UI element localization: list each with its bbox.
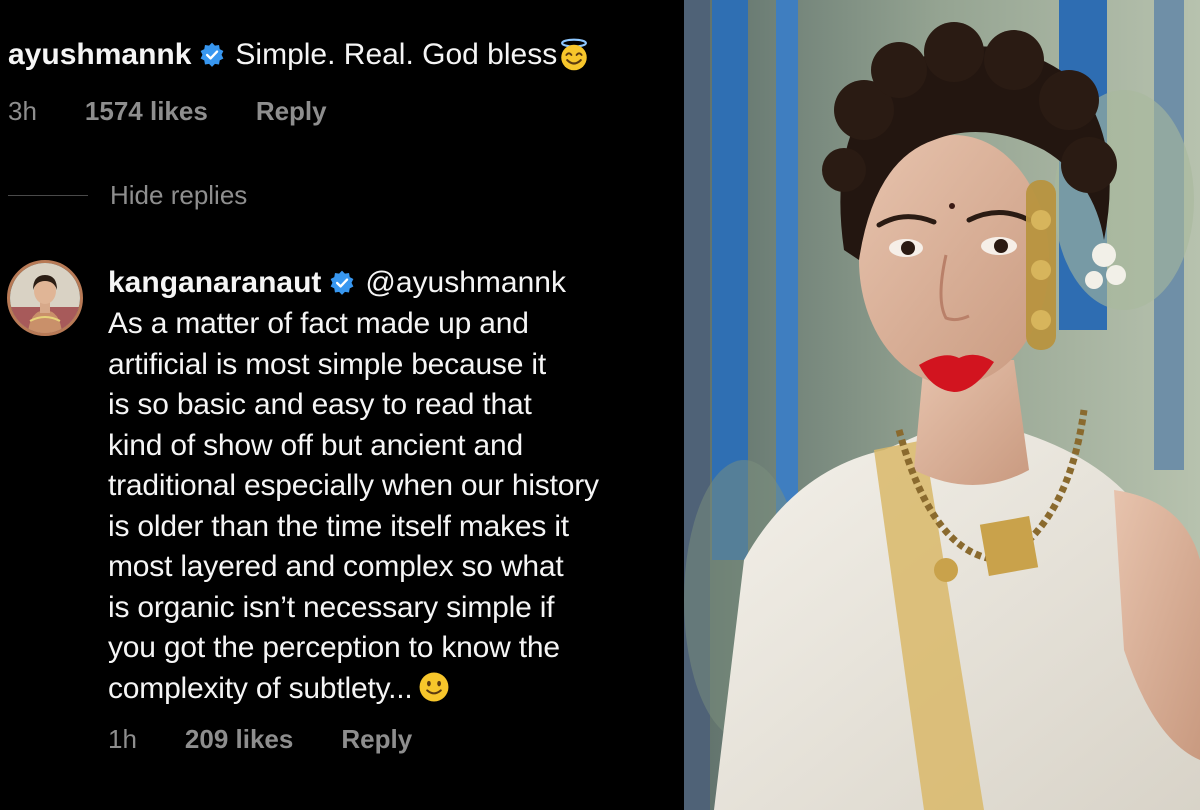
top-comment: ayushmannk Simple. Real. God bless (8, 38, 591, 72)
portrait-illustration (684, 0, 1200, 810)
mention-link[interactable]: @ayushmannk (365, 266, 566, 300)
verified-badge-icon (199, 42, 225, 68)
reply-button[interactable]: Reply (256, 96, 327, 127)
reply-text-end: complexity of subtlety... (108, 671, 413, 705)
slightly-smiling-face-icon (417, 670, 451, 704)
comment-text: Simple. Real. God bless (235, 38, 558, 71)
verified-badge-icon (329, 270, 355, 296)
commenter-username[interactable]: ayushmannk (8, 38, 191, 72)
reply-meta: 1h 209 likes Reply (108, 724, 412, 755)
comment-likes-count[interactable]: 1574 likes (85, 96, 208, 127)
reply-username[interactable]: kanganaranaut (108, 266, 321, 300)
reply-header: kanganaranaut @ayushmannk (108, 262, 684, 304)
reply-button[interactable]: Reply (341, 724, 412, 755)
reply-text-line: most layered and complex so what (108, 550, 564, 583)
reply-comment: kanganaranaut @ayushmannk As a matter of… (108, 262, 684, 709)
reply-text-line: is organic isn’t necessary simple if (108, 590, 555, 624)
portrait-photo (684, 0, 1200, 810)
reply-text-line: kind of show off but ancient and (108, 428, 524, 462)
collage: ayushmannk Simple. Real. God bless 3h 15… (0, 0, 1200, 810)
smiling-face-with-halo-icon (557, 38, 591, 72)
comment-timestamp: 3h (8, 96, 37, 126)
reply-text-line: you got the perception to know the (108, 631, 560, 664)
reply-text-line: traditional especially when our history (108, 469, 599, 502)
reply-timestamp: 1h (108, 724, 137, 754)
reply-text-line: artificial is most simple because it (108, 347, 546, 381)
top-comment-meta: 3h 1574 likes Reply (8, 96, 327, 127)
replies-divider (8, 195, 88, 196)
reply-text-line: is older than the time itself makes it (108, 509, 569, 543)
reply-text-line: As a matter of fact made up and (108, 307, 529, 340)
reply-text-line: is so basic and easy to read that (108, 388, 532, 421)
reply-text-line-last: complexity of subtlety... (108, 669, 684, 710)
avatar[interactable] (7, 260, 83, 336)
reply-likes-count[interactable]: 209 likes (185, 724, 293, 755)
instagram-comment-thread: ayushmannk Simple. Real. God bless 3h 15… (0, 0, 684, 810)
hide-replies-button[interactable]: Hide replies (110, 180, 247, 211)
